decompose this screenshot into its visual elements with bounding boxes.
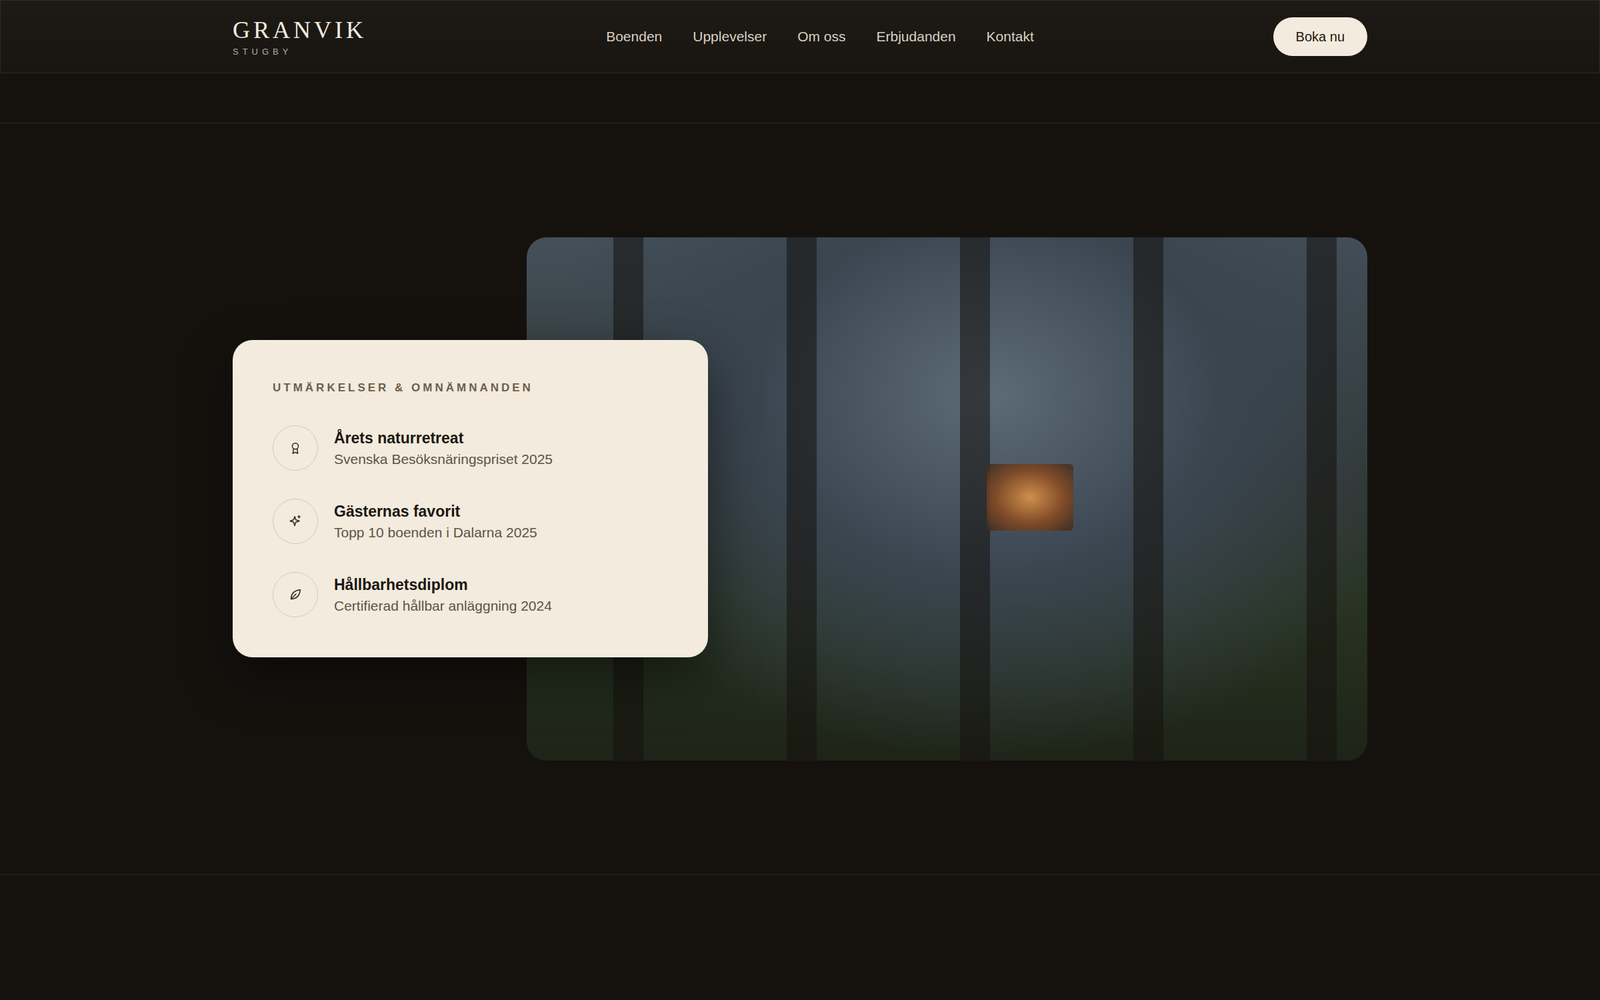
award-subtitle: Certifierad hållbar anläggning 2024 xyxy=(334,598,552,614)
award-title: Årets naturretreat xyxy=(334,429,553,448)
site-header: GRANVIK STUGBY Boenden Upplevelser Om oss Erb… xyxy=(0,0,1600,74)
awards-card: UTMÄRKELSER & OMNÄMNANDEN Årets naturretr… xyxy=(232,340,708,658)
nav-link[interactable]: Erbjudanden xyxy=(876,28,956,45)
bottom-area xyxy=(0,874,1600,1000)
logo[interactable]: GRANVIK STUGBY xyxy=(232,18,367,56)
spacer-band xyxy=(0,73,1600,124)
leaf-icon xyxy=(288,587,303,602)
award-item: Årets naturretreat Svenska Besöksnäringsp… xyxy=(272,425,668,471)
award-subtitle: Svenska Besöksnäringspriset 2025 xyxy=(334,451,553,468)
page: GRANVIK STUGBY Boenden Upplevelser Om oss Erb… xyxy=(0,0,1600,1000)
nav-link[interactable]: Kontakt xyxy=(986,28,1034,45)
icon-circle xyxy=(272,572,318,618)
icon-circle xyxy=(272,498,318,544)
logo-name: GRANVIK xyxy=(232,18,367,42)
award-title: Hållbarhetsdiplom xyxy=(334,576,552,594)
logo-tagline: STUGBY xyxy=(232,47,367,56)
sparkle-icon xyxy=(288,514,303,529)
nav-link[interactable]: Upplevelser xyxy=(692,28,767,45)
award-title: Gästernas favorit xyxy=(334,502,538,521)
awards-section: UTMÄRKELSER & OMNÄMNANDEN Årets naturretr… xyxy=(0,123,1600,875)
book-button[interactable]: Boka nu xyxy=(1273,17,1368,56)
icon-circle xyxy=(272,425,318,471)
nav-link[interactable]: Om oss xyxy=(797,28,846,45)
award-icon xyxy=(288,440,303,456)
award-item: Hållbarhetsdiplom Certifierad hållbar anl… xyxy=(272,572,668,618)
award-subtitle: Topp 10 boenden i Dalarna 2025 xyxy=(334,524,538,541)
main-nav: Boenden Upplevelser Om oss Erbjudanden Konta… xyxy=(606,28,1034,45)
nav-link[interactable]: Boenden xyxy=(606,28,662,45)
awards-title: UTMÄRKELSER & OMNÄMNANDEN xyxy=(272,381,668,395)
award-item: Gästernas favorit Topp 10 boenden i Dalar… xyxy=(272,498,668,544)
